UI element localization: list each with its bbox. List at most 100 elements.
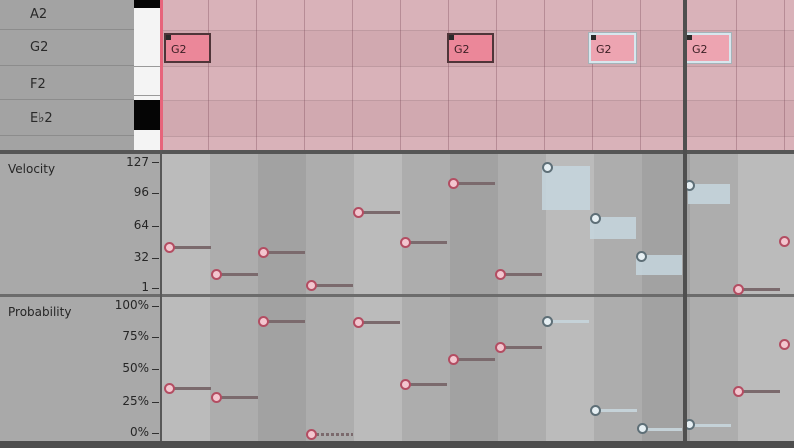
mini-keyboard[interactable] (134, 0, 160, 150)
beat-column (738, 154, 794, 294)
note-label: G2 (692, 43, 708, 56)
velocity-handle[interactable] (495, 269, 506, 280)
grid-beat-line (736, 0, 737, 150)
probability-tick (152, 337, 159, 338)
white-key[interactable] (134, 66, 160, 96)
velocity-stem (453, 182, 495, 185)
key-row-g2[interactable]: G2 (0, 30, 134, 66)
probability-stem (738, 390, 780, 393)
probability-stem (453, 358, 495, 361)
probability-stem (642, 428, 682, 431)
grid-beat-line (304, 0, 305, 150)
probability-handle[interactable] (779, 339, 790, 350)
note-label: G2 (171, 43, 187, 56)
beat-column (546, 297, 594, 441)
velocity-stem (738, 288, 780, 291)
key-label-eb2: E♭2 (30, 111, 53, 126)
midi-note[interactable]: G2 (685, 33, 731, 63)
probability-handle[interactable] (400, 379, 411, 390)
midi-note[interactable]: G2 (447, 33, 494, 63)
key-label-g2: G2 (30, 40, 49, 55)
playhead-start-marker[interactable] (160, 0, 163, 150)
velocity-stem (263, 251, 305, 254)
midi-note[interactable]: G2 (164, 33, 211, 63)
probability-stem (500, 346, 542, 349)
velocity-tick (152, 162, 159, 163)
note-label: G2 (596, 43, 612, 56)
velocity-handle[interactable] (211, 269, 222, 280)
probability-stem (216, 396, 258, 399)
grid-beat-line (208, 0, 209, 150)
velocity-stem (216, 273, 258, 276)
probability-handle[interactable] (590, 405, 601, 416)
probability-lane[interactable] (162, 297, 794, 441)
note-corner-marker (166, 35, 171, 40)
key-row-a2[interactable]: A2 (0, 0, 134, 30)
beat-column (450, 154, 498, 294)
grid-beat-line (592, 0, 593, 150)
velocity-handle[interactable] (636, 251, 647, 262)
velocity-handle[interactable] (448, 178, 459, 189)
loop-end-marker[interactable] (683, 0, 687, 441)
probability-tick (152, 433, 159, 434)
probability-handle[interactable] (211, 392, 222, 403)
velocity-handle[interactable] (779, 236, 790, 247)
probability-tick-label: 0% (129, 425, 149, 439)
velocity-tick-label: 32 (133, 250, 149, 264)
velocity-stem (169, 246, 211, 249)
velocity-handle[interactable] (542, 162, 553, 173)
probability-stem (311, 433, 353, 436)
velocity-tick (152, 226, 159, 227)
key-row-eb2[interactable]: E♭2 (0, 100, 134, 136)
piano-keys-panel: A2 G2 F2 E♭2 (0, 0, 134, 150)
velocity-tick-label: 96 (133, 185, 149, 199)
probability-handle[interactable] (495, 342, 506, 353)
grid-beat-line (352, 0, 353, 150)
probability-handle[interactable] (353, 317, 364, 328)
velocity-handle[interactable] (306, 280, 317, 291)
probability-tick (152, 402, 159, 403)
probability-lane-title: Probability (8, 305, 72, 319)
velocity-lane-title: Velocity (8, 162, 56, 176)
velocity-handle[interactable] (733, 284, 744, 295)
probability-stem (595, 409, 637, 412)
note-grid[interactable]: G2 G2 G2 G2 (160, 0, 794, 150)
grid-beat-line (784, 0, 785, 150)
note-corner-marker (687, 35, 692, 40)
probability-handle[interactable] (637, 423, 648, 434)
midi-note[interactable]: G2 (589, 33, 636, 63)
probability-stem (405, 383, 447, 386)
probability-handle[interactable] (306, 429, 317, 440)
velocity-handle[interactable] (400, 237, 411, 248)
black-key[interactable] (134, 100, 160, 130)
lane-divider[interactable] (0, 294, 794, 297)
probability-stem (263, 320, 305, 323)
velocity-tick (152, 288, 159, 289)
probability-tick-label: 25% (122, 394, 149, 408)
probability-tick-label: 50% (122, 361, 149, 375)
velocity-stem (358, 211, 400, 214)
grid-beat-line (400, 0, 401, 150)
velocity-handle[interactable] (353, 207, 364, 218)
probability-stem (547, 320, 589, 323)
probability-stem (689, 424, 731, 427)
probability-handle[interactable] (542, 316, 553, 327)
velocity-tick (152, 258, 159, 259)
velocity-handle[interactable] (164, 242, 175, 253)
velocity-stem (311, 284, 353, 287)
probability-handle[interactable] (733, 386, 744, 397)
probability-handle[interactable] (258, 316, 269, 327)
probability-tick (152, 369, 159, 370)
velocity-handle[interactable] (590, 213, 601, 224)
grid-beat-line (544, 0, 545, 150)
note-corner-marker (449, 35, 454, 40)
probability-handle[interactable] (448, 354, 459, 365)
velocity-handle[interactable] (258, 247, 269, 258)
probability-handle[interactable] (164, 383, 175, 394)
key-label-a2: A2 (30, 7, 48, 22)
velocity-stem (405, 241, 447, 244)
beat-column (738, 297, 794, 441)
black-key[interactable] (134, 0, 160, 8)
key-label-f2: F2 (30, 77, 46, 92)
key-row-f2[interactable]: F2 (0, 66, 134, 100)
